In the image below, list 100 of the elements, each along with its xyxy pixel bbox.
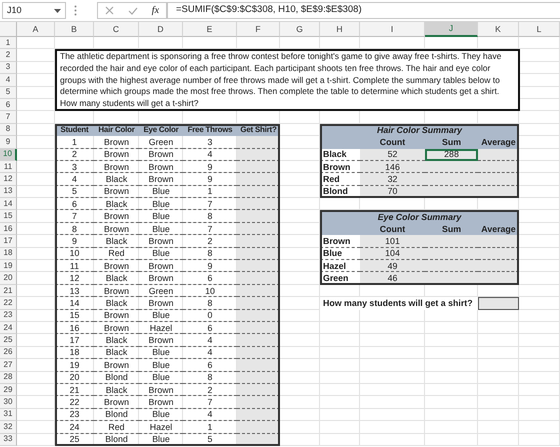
column-header[interactable]: H [320, 22, 360, 37]
table-cell: 3 [55, 160, 94, 174]
answer-cell[interactable] [237, 272, 280, 285]
table-cell: Black [94, 272, 139, 285]
table-cell: Brown [139, 396, 183, 409]
column-header[interactable]: C [94, 22, 139, 37]
row-header[interactable]: 16 [0, 222, 17, 236]
row-header[interactable]: 33 [0, 434, 17, 446]
table-cell: Brown [94, 310, 139, 322]
answer-cell[interactable] [237, 198, 280, 210]
answer-cell[interactable] [237, 210, 280, 223]
row-header[interactable]: 26 [0, 346, 17, 360]
check-icon[interactable] [128, 6, 138, 14]
row-header[interactable]: 19 [0, 260, 17, 272]
row-header[interactable]: 14 [0, 198, 17, 210]
table-cell: 14 [55, 297, 94, 310]
row-header[interactable]: 18 [0, 248, 17, 260]
row-header[interactable]: 10 [0, 148, 17, 161]
table-cell: 15 [55, 310, 94, 322]
column-header[interactable]: G [280, 22, 320, 37]
column-header[interactable]: E [183, 22, 237, 37]
table-cell: Blue [139, 210, 183, 223]
row-header[interactable]: 11 [0, 160, 17, 174]
row-header[interactable]: 1 [0, 37, 17, 50]
answer-cell[interactable] [237, 297, 280, 310]
table-cell[interactable] [478, 173, 519, 186]
table-cell[interactable] [478, 235, 519, 248]
table-cell: Blond [94, 372, 139, 384]
row-header[interactable]: 7 [0, 111, 17, 124]
column-header[interactable]: L [519, 22, 560, 37]
row-header[interactable]: 6 [0, 98, 17, 112]
row-header[interactable]: 28 [0, 372, 17, 384]
row-header[interactable]: 25 [0, 334, 17, 347]
row-header[interactable]: 13 [0, 186, 17, 198]
row-header[interactable]: 27 [0, 359, 17, 372]
row-header[interactable]: 20 [0, 272, 17, 285]
column-header[interactable]: J [425, 22, 478, 37]
row-header[interactable]: 29 [0, 384, 17, 396]
row-header[interactable]: 4 [0, 74, 17, 87]
answer-field[interactable] [478, 297, 519, 310]
table-cell[interactable]: 288 [425, 148, 478, 161]
table-cell: 104 [360, 248, 425, 260]
table-cell: Blue [139, 310, 183, 322]
table-cell: 23 [55, 408, 94, 422]
answer-cell[interactable] [237, 334, 280, 347]
table-cell: Blond [94, 434, 139, 446]
answer-cell[interactable] [237, 260, 280, 272]
table-cell: Blue [139, 186, 183, 198]
table-cell: Blond [94, 408, 139, 422]
insert-function-button[interactable]: fx [152, 3, 160, 18]
row-header[interactable]: 17 [0, 235, 17, 248]
row-header[interactable]: 30 [0, 396, 17, 409]
column-header[interactable]: K [478, 22, 519, 37]
answer-cell[interactable] [237, 173, 280, 186]
row-header[interactable]: 21 [0, 284, 17, 298]
row-header[interactable]: 31 [0, 408, 17, 422]
table-cell: 146 [360, 160, 425, 174]
column-heading: Count [378, 136, 406, 149]
answer-cell[interactable] [237, 136, 280, 149]
row-header[interactable]: 9 [0, 136, 17, 149]
table-cell: 22 [55, 396, 94, 409]
name-box[interactable]: J10 [2, 2, 66, 19]
table-cell: 25 [55, 434, 94, 446]
column-header[interactable]: F [237, 22, 280, 37]
row-header[interactable]: 32 [0, 421, 17, 434]
table-cell: Brown [139, 384, 183, 396]
row-header[interactable]: 8 [0, 124, 17, 136]
summary-title: Hair Color Summary [376, 124, 464, 136]
answer-cell[interactable] [237, 396, 280, 409]
row-header[interactable]: 3 [0, 62, 17, 74]
column-header[interactable]: D [139, 22, 183, 37]
table-cell: 32 [360, 173, 425, 186]
answer-cell[interactable] [237, 421, 280, 434]
row-header[interactable]: 24 [0, 322, 17, 334]
row-header[interactable]: 23 [0, 310, 17, 322]
table-cell: 4 [55, 173, 94, 186]
column-header[interactable]: B [55, 22, 94, 37]
row-header[interactable]: 12 [0, 173, 17, 186]
table-cell: Green [139, 136, 183, 149]
formula-field[interactable]: =SUMIF($C$9:$C$308, H10, $E$9:$E$308) [167, 2, 560, 19]
answer-cell[interactable] [237, 359, 280, 372]
table-cell: 1 [55, 136, 94, 149]
row-header[interactable]: 15 [0, 210, 17, 223]
table-cell: Black [94, 346, 139, 360]
table-cell: 20 [55, 372, 94, 384]
table-cell: Brown [139, 235, 183, 248]
column-header[interactable]: A [17, 22, 55, 37]
row-header[interactable]: 5 [0, 86, 17, 99]
column-header[interactable]: I [360, 22, 425, 37]
table-cell: 19 [55, 359, 94, 372]
table-cell[interactable] [478, 260, 519, 272]
answer-cell[interactable] [237, 235, 280, 248]
table-cell: 12 [55, 272, 94, 285]
table-cell: Brown [94, 148, 139, 161]
table-cell: 8 [55, 222, 94, 236]
row-label: Red [320, 173, 360, 186]
row-header[interactable]: 2 [0, 49, 17, 62]
row-header[interactable]: 22 [0, 297, 17, 310]
table-cell: 24 [55, 421, 94, 434]
table-cell: Brown [94, 222, 139, 236]
